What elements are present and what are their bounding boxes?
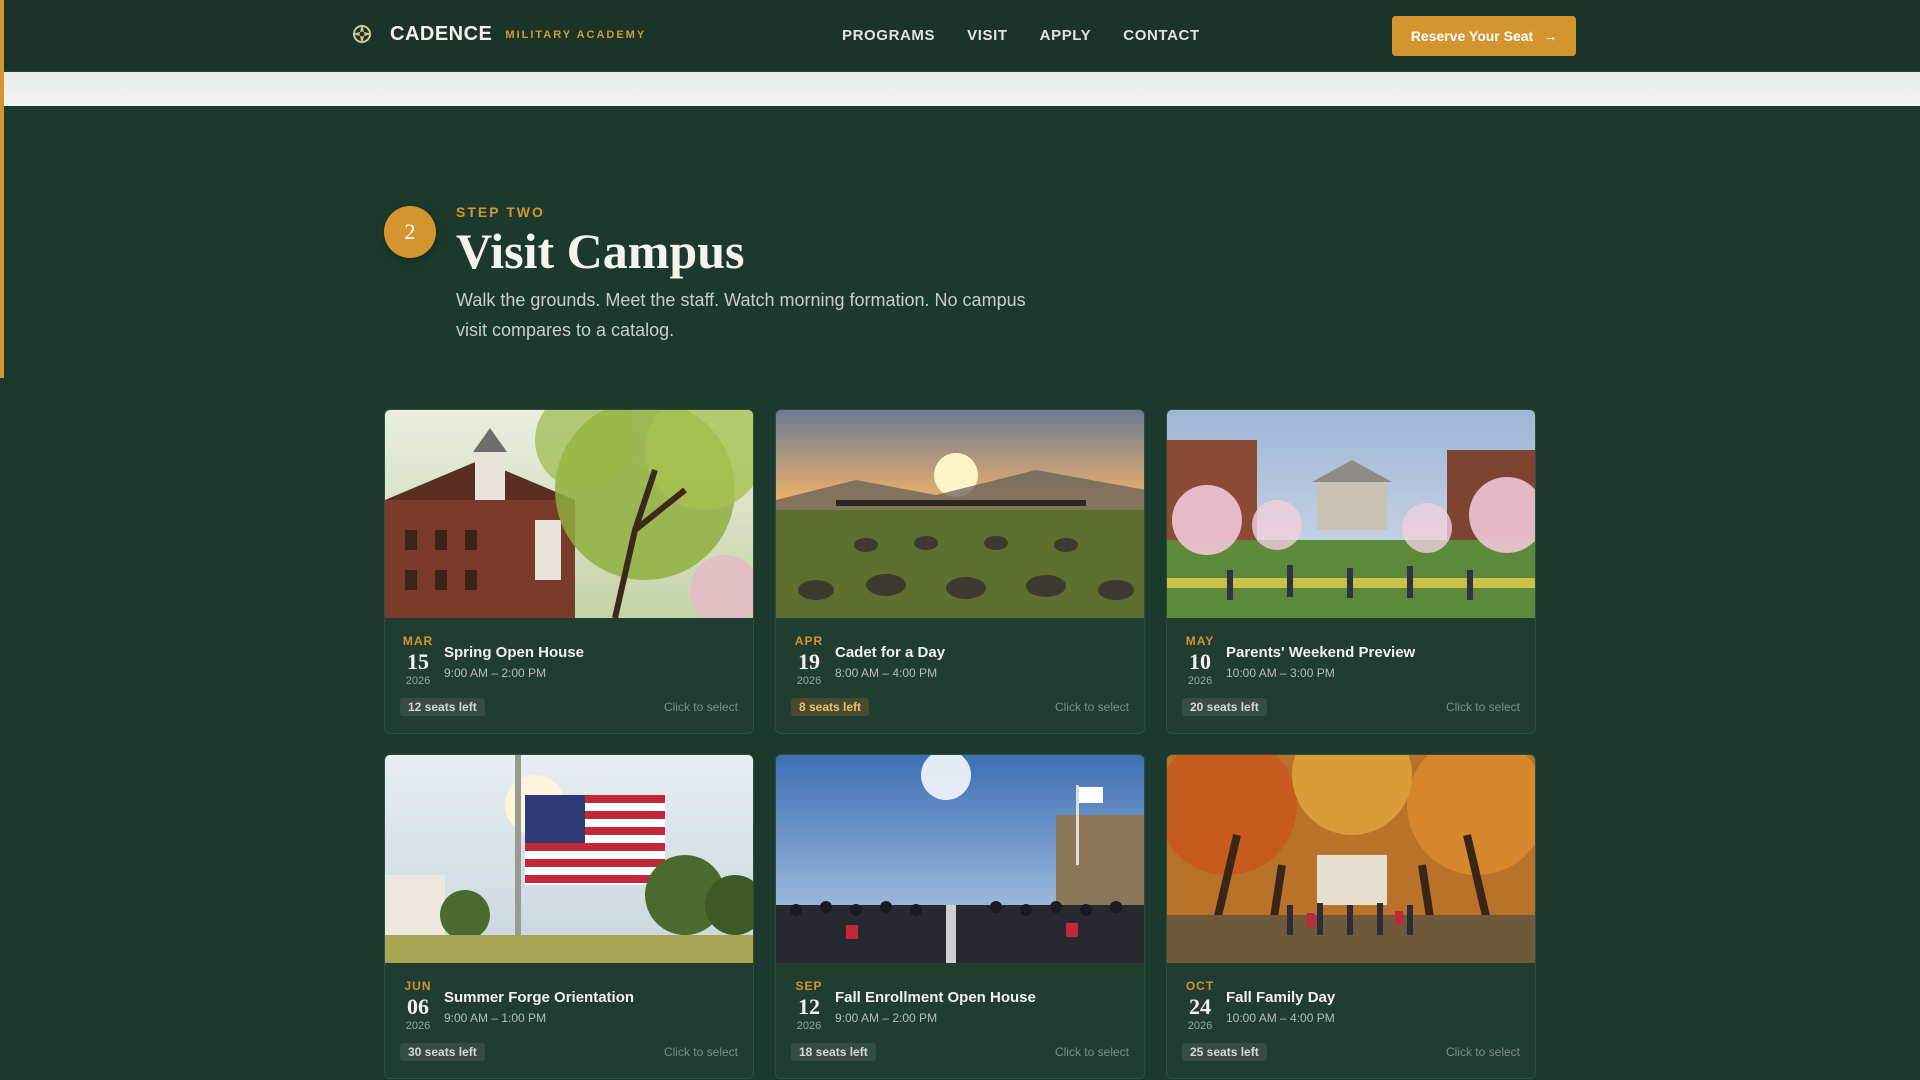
seats-left-badge: 30 seats left	[400, 1043, 485, 1061]
event-date: APR 19 2026	[792, 634, 826, 687]
event-time: 10:00 AM – 3:00 PM	[1226, 666, 1335, 680]
reserve-seat-label: Reserve Your Seat	[1410, 28, 1534, 44]
step-label: STEP TWO	[456, 204, 545, 220]
nav-link-apply[interactable]: APPLY	[1040, 27, 1092, 44]
event-day: 12	[798, 994, 820, 1019]
event-day: 24	[1189, 994, 1211, 1019]
main-nav: PROGRAMS VISIT APPLY CONTACT	[842, 27, 1200, 44]
event-time: 9:00 AM – 2:00 PM	[444, 666, 547, 680]
event-image-spring-campus	[385, 410, 753, 618]
event-image-crowd-formation	[776, 755, 1144, 963]
event-image-autumn-avenue	[1167, 755, 1535, 963]
seats-left-badge: 18 seats left	[791, 1043, 876, 1061]
brand[interactable]: CADENCE MILITARY ACADEMY	[350, 22, 646, 46]
nav-link-contact[interactable]: CONTACT	[1123, 27, 1199, 44]
nav-link-programs[interactable]: PROGRAMS	[842, 27, 935, 44]
event-year: 2026	[1187, 1020, 1213, 1032]
event-month: OCT	[1185, 979, 1215, 993]
event-year: 2026	[405, 1020, 431, 1032]
event-month: APR	[794, 634, 824, 648]
event-month: SEP	[795, 979, 823, 993]
step-number-badge: 2	[384, 206, 436, 258]
top-nav: CADENCE MILITARY ACADEMY PROGRAMS VISIT …	[0, 0, 1920, 72]
click-to-select-hint: Click to select	[663, 1045, 738, 1059]
event-title: Spring Open House	[444, 644, 585, 661]
section-description: Walk the grounds. Meet the staff. Watch …	[456, 290, 1026, 340]
event-day: 10	[1189, 649, 1211, 674]
compass-crest-icon	[352, 24, 372, 44]
seats-left-badge: 20 seats left	[1182, 698, 1267, 716]
event-image-cadets-sunrise	[776, 410, 1144, 618]
event-month: MAY	[1185, 634, 1215, 648]
event-date: OCT 24 2026	[1183, 979, 1217, 1032]
event-date: SEP 12 2026	[792, 979, 826, 1032]
event-year: 2026	[796, 675, 822, 687]
brand-subtitle: MILITARY ACADEMY	[505, 29, 647, 41]
event-date: MAY 10 2026	[1183, 634, 1217, 687]
event-card-fall-enrollment-open-house[interactable]: SEP 12 2026 Fall Enrollment Open House 9…	[775, 754, 1145, 1079]
event-title: Parents' Weekend Preview	[1226, 644, 1416, 661]
event-day: 19	[798, 649, 820, 674]
brand-name: CADENCE	[390, 22, 493, 45]
event-time: 8:00 AM – 4:00 PM	[835, 666, 938, 680]
reserve-seat-button[interactable]: Reserve Your Seat →	[1392, 16, 1576, 56]
arrow-right-icon: →	[1543, 28, 1558, 44]
event-day: 15	[407, 649, 429, 674]
event-time: 9:00 AM – 1:00 PM	[444, 1011, 547, 1025]
click-to-select-hint: Click to select	[1054, 700, 1129, 714]
click-to-select-hint: Click to select	[1054, 1045, 1129, 1059]
event-date: JUN 06 2026	[401, 979, 435, 1032]
event-date: MAR 15 2026	[401, 634, 435, 687]
event-image-american-flag	[385, 755, 753, 963]
hero-strip	[4, 72, 1920, 106]
click-to-select-hint: Click to select	[1445, 700, 1520, 714]
event-card-fall-family-day[interactable]: OCT 24 2026 Fall Family Day 10:00 AM – 4…	[1166, 754, 1536, 1079]
event-month: MAR	[402, 634, 434, 648]
event-year: 2026	[405, 675, 431, 687]
seats-left-badge: 12 seats left	[400, 698, 485, 716]
seats-left-badge: 8 seats left	[791, 698, 870, 716]
click-to-select-hint: Click to select	[663, 700, 738, 714]
event-card-summer-forge-orientation[interactable]: JUN 06 2026 Summer Forge Orientation 9:0…	[384, 754, 754, 1079]
event-title: Cadet for a Day	[835, 644, 946, 661]
click-to-select-hint: Click to select	[1445, 1045, 1520, 1059]
event-title: Summer Forge Orientation	[444, 989, 635, 1006]
event-title: Fall Enrollment Open House	[835, 989, 1036, 1006]
event-card-parents-weekend-preview[interactable]: MAY 10 2026 Parents' Weekend Preview 10:…	[1166, 409, 1536, 734]
event-title: Fall Family Day	[1226, 989, 1336, 1006]
seats-left-badge: 25 seats left	[1182, 1043, 1267, 1061]
event-time: 9:00 AM – 2:00 PM	[835, 1011, 938, 1025]
event-card-cadet-for-a-day[interactable]: APR 19 2026 Cadet for a Day 8:00 AM – 4:…	[775, 409, 1145, 734]
event-image-campus-quad	[1167, 410, 1535, 618]
event-year: 2026	[1187, 675, 1213, 687]
event-month: JUN	[404, 979, 432, 993]
event-year: 2026	[796, 1020, 822, 1032]
event-day: 06	[407, 994, 429, 1019]
page-title: Visit Campus	[456, 223, 745, 279]
event-time: 10:00 AM – 4:00 PM	[1226, 1011, 1335, 1025]
accent-bar	[0, 0, 4, 378]
nav-link-visit[interactable]: VISIT	[967, 27, 1008, 44]
event-card-spring-open-house[interactable]: MAR 15 2026 Spring Open House 9:00 AM – …	[384, 409, 754, 734]
